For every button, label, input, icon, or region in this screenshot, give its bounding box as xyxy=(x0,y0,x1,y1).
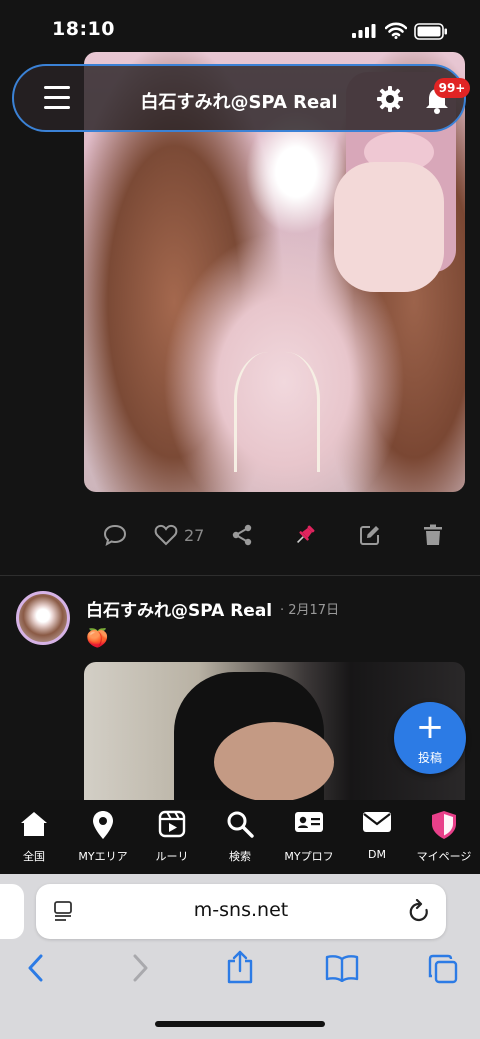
nav-label: マイページ xyxy=(416,850,472,863)
share-button[interactable] xyxy=(231,510,253,560)
image-skin-shape xyxy=(214,722,334,802)
nav-label: 全国 xyxy=(23,850,45,863)
status-time: 18:10 xyxy=(52,18,115,40)
bottom-nav: 全国 MYエリア ルーリ 検索 MYプロフ DM マイページ xyxy=(0,800,480,874)
post-text: 🍑 xyxy=(86,628,109,649)
share-icon xyxy=(232,524,252,546)
nav-label: DM xyxy=(368,848,386,861)
cellular-signal-icon xyxy=(352,24,376,38)
trash-icon xyxy=(424,524,442,545)
previous-tab[interactable] xyxy=(0,884,24,939)
address-bar[interactable]: m-sns.net xyxy=(36,884,446,939)
edit-icon xyxy=(360,526,379,545)
tabs-icon[interactable] xyxy=(428,954,458,984)
post-actions: 27 xyxy=(0,510,480,560)
heart-icon xyxy=(154,524,178,546)
gear-icon[interactable] xyxy=(376,85,404,113)
nav-item-reels[interactable]: ルーリ xyxy=(140,800,204,874)
home-icon xyxy=(21,812,47,836)
share-icon[interactable] xyxy=(226,950,254,984)
notification-badge: 99+ xyxy=(434,78,470,98)
home-indicator xyxy=(155,1021,325,1027)
nav-item-all[interactable]: 全国 xyxy=(2,800,66,874)
shield-icon xyxy=(432,811,456,839)
nav-item-search[interactable]: 検索 xyxy=(208,800,272,874)
browser-chrome: m-sns.net xyxy=(0,874,480,1039)
nav-item-my-page[interactable]: マイページ xyxy=(408,800,480,874)
nav-item-my-profile[interactable]: MYプロフ xyxy=(272,800,346,874)
wifi-icon xyxy=(385,22,407,39)
battery-icon xyxy=(414,23,447,40)
mail-icon xyxy=(363,812,391,832)
forward-icon[interactable] xyxy=(130,954,150,982)
delete-button[interactable] xyxy=(424,510,442,560)
edit-button[interactable] xyxy=(359,510,381,560)
like-count: 27 xyxy=(184,525,205,545)
search-icon xyxy=(227,811,254,838)
avatar[interactable] xyxy=(16,591,70,645)
nav-label: 検索 xyxy=(229,850,251,863)
post-divider xyxy=(0,575,480,576)
image-hand-shape xyxy=(334,162,444,292)
back-icon[interactable] xyxy=(26,954,46,982)
image-lace-shape xyxy=(234,352,320,472)
pin-button[interactable] xyxy=(293,510,317,560)
reload-icon[interactable] xyxy=(408,899,430,923)
comment-icon xyxy=(103,524,127,546)
comment-button[interactable] xyxy=(103,510,127,560)
new-post-button[interactable]: + 投稿 xyxy=(394,702,466,774)
url-text: m-sns.net xyxy=(193,899,289,921)
nav-label: ルーリ xyxy=(155,850,189,863)
new-post-label: 投稿 xyxy=(417,751,442,765)
post-author[interactable]: 白石すみれ@SPA Real xyxy=(86,596,272,621)
video-icon xyxy=(158,810,186,838)
nav-item-dm[interactable]: DM xyxy=(346,800,408,874)
bookmarks-icon[interactable] xyxy=(325,954,359,982)
nav-item-my-area[interactable]: MYエリア xyxy=(66,800,140,874)
profile-card-icon xyxy=(295,812,323,832)
plus-icon: + xyxy=(415,707,445,747)
nav-label: MYプロフ xyxy=(284,850,334,863)
top-bar: 白石すみれ@SPA Real 99+ xyxy=(12,64,470,132)
pin-icon xyxy=(297,525,315,543)
map-pin-icon xyxy=(93,811,113,839)
post-date: · 2月17日 xyxy=(280,603,340,618)
nav-label: MYエリア xyxy=(78,850,128,863)
like-button[interactable]: 27 xyxy=(154,510,204,560)
